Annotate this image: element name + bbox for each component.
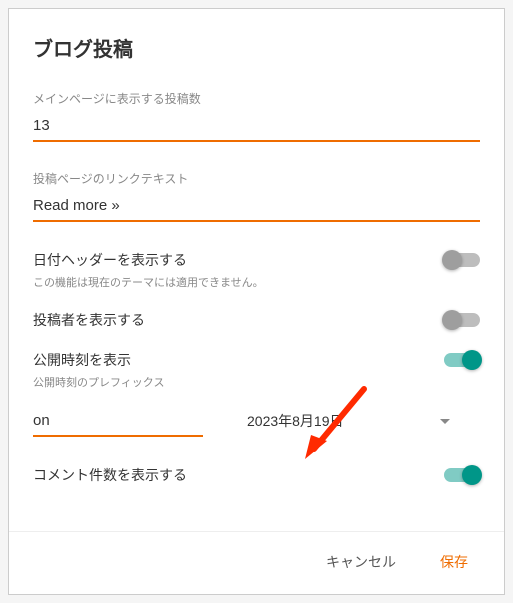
dialog-title: ブログ投稿 xyxy=(33,33,480,62)
comment-count-block: コメント件数を表示する xyxy=(33,465,480,485)
date-format-selected: 2023年8月19日 xyxy=(247,411,344,431)
date-header-toggle[interactable] xyxy=(444,253,480,267)
toggle-knob xyxy=(462,350,482,370)
show-author-block: 投稿者を表示する xyxy=(33,310,480,330)
posts-count-label: メインページに表示する投稿数 xyxy=(33,90,480,107)
link-text-input[interactable] xyxy=(33,193,480,222)
time-prefix-input[interactable] xyxy=(33,408,203,437)
save-button[interactable]: 保存 xyxy=(432,548,476,576)
toggle-knob xyxy=(442,310,462,330)
posts-count-section: メインページに表示する投稿数 xyxy=(33,90,480,142)
comment-count-label: コメント件数を表示する xyxy=(33,465,187,485)
posts-count-input[interactable] xyxy=(33,113,480,142)
show-time-toggle[interactable] xyxy=(444,353,480,367)
show-author-toggle[interactable] xyxy=(444,313,480,327)
date-header-block: 日付ヘッダーを表示する この機能は現在のテーマには適用できません。 xyxy=(33,250,480,290)
link-text-section: 投稿ページのリンクテキスト xyxy=(33,170,480,222)
show-time-label: 公開時刻を表示 xyxy=(33,350,131,370)
time-prefix-row: 公開時刻のプレフィックス 2023年8月19日 xyxy=(33,376,480,437)
show-time-block: 公開時刻を表示 公開時刻のプレフィックス 2023年8月19日 xyxy=(33,350,480,437)
blog-post-settings-dialog: ブログ投稿 メインページに表示する投稿数 投稿ページのリンクテキスト 日付ヘッダ… xyxy=(8,8,505,595)
link-text-label: 投稿ページのリンクテキスト xyxy=(33,170,480,187)
dialog-footer: キャンセル 保存 xyxy=(9,531,504,594)
dialog-content: ブログ投稿 メインページに表示する投稿数 投稿ページのリンクテキスト 日付ヘッダ… xyxy=(9,9,504,531)
toggle-knob xyxy=(462,465,482,485)
date-header-helper: この機能は現在のテーマには適用できません。 xyxy=(33,274,480,290)
toggle-knob xyxy=(442,250,462,270)
cancel-button[interactable]: キャンセル xyxy=(318,548,404,576)
date-format-dropdown[interactable]: 2023年8月19日 xyxy=(227,405,480,437)
time-prefix-label: 公開時刻のプレフィックス xyxy=(33,376,203,390)
comment-count-toggle[interactable] xyxy=(444,468,480,482)
date-header-label: 日付ヘッダーを表示する xyxy=(33,250,187,270)
chevron-down-icon xyxy=(440,419,450,424)
show-author-label: 投稿者を表示する xyxy=(33,310,145,330)
